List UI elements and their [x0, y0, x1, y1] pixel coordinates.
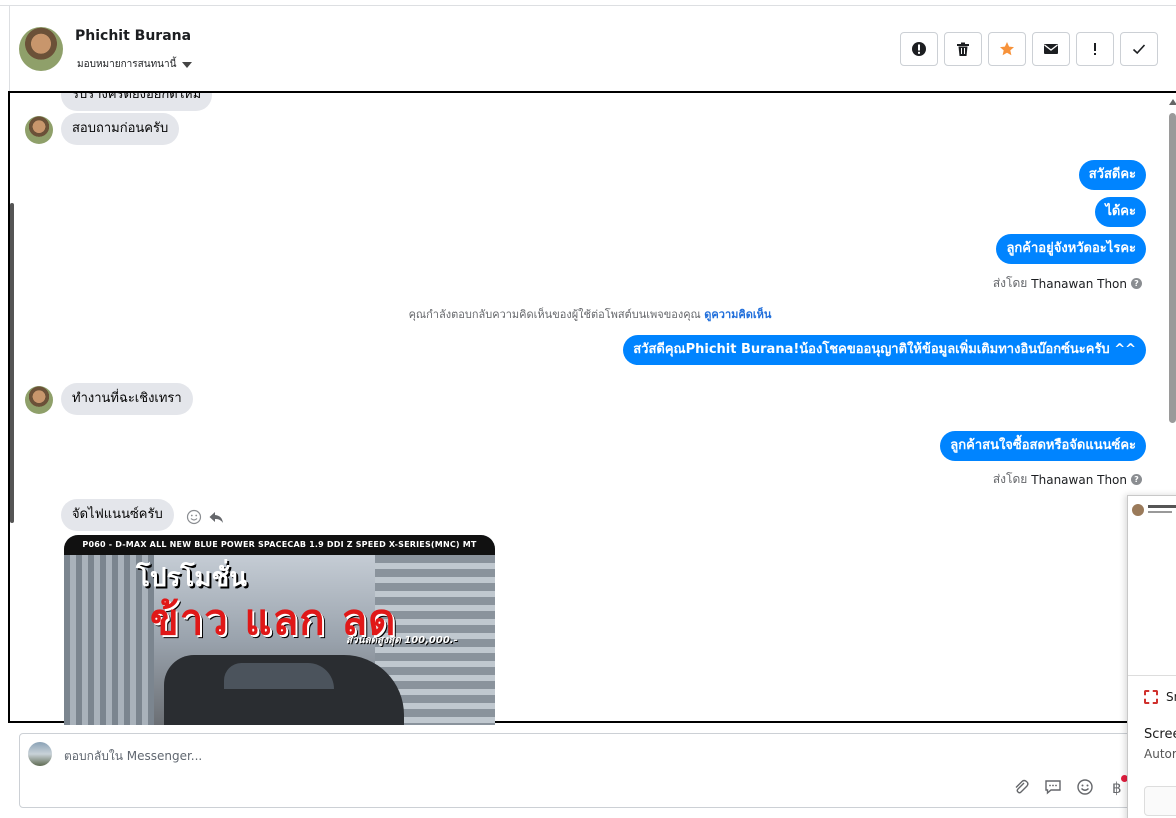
mark-done-button[interactable]: [1120, 32, 1158, 66]
star-button[interactable]: [988, 32, 1026, 66]
message-hover-tools: [186, 509, 224, 525]
reply-input[interactable]: [64, 746, 964, 766]
promo-discount: ส่วนลดสูงสุด 100,000.-: [346, 635, 458, 646]
sent-by-label: ส่งโดย Thanawan Thon ?: [993, 470, 1142, 489]
sent-by-prefix: ส่งโดย: [992, 472, 1028, 486]
conversation-actions: [900, 32, 1158, 66]
conversation-header: Phichit Burana มอบหมายการสนทนานี้: [0, 6, 1176, 92]
thumbnail-line: [1148, 505, 1176, 508]
delete-button[interactable]: [944, 32, 982, 66]
messenger-inbox-view: Phichit Burana มอบหมายการสนทนานี้ รับราง…: [0, 0, 1176, 818]
trash-icon: [957, 42, 969, 56]
left-scrollbar[interactable]: [10, 203, 14, 523]
message-bubble-outgoing[interactable]: สวัสดีคุณPhichit Burana!น้องโชคขออนุญาติ…: [623, 335, 1146, 365]
sent-by-name: Thanawan Thon: [1031, 276, 1127, 291]
check-icon: [1132, 44, 1146, 55]
composer-tools: ฿: [1012, 778, 1126, 796]
system-note-text: คุณกำลังตอบกลับความคิดเห็นของผู้ใช้ต่อโพ…: [408, 308, 701, 321]
sent-by-label: ส่งโดย Thanawan Thon ?: [993, 274, 1142, 293]
message-bubble-incoming[interactable]: สอบถามก่อนครับ: [61, 113, 180, 145]
contact-name[interactable]: Phichit Burana: [75, 28, 191, 44]
snipping-tool-icon: [1144, 690, 1158, 704]
thumbnail-line: [1148, 511, 1172, 513]
message-bubble-outgoing[interactable]: ลูกค้าสนใจซื้อสดหรือจัดแนนซ์คะ: [940, 431, 1146, 461]
emoji-icon[interactable]: [1076, 778, 1094, 796]
paperclip-icon[interactable]: [1012, 778, 1030, 796]
sent-by-name: Thanawan Thon: [1031, 472, 1127, 487]
reply-composer: ฿: [19, 733, 1176, 808]
promo-model-bar: P060 - D-MAX ALL NEW BLUE POWER SPACECAB…: [64, 535, 495, 555]
right-scrollbar-thumb[interactable]: [1169, 113, 1176, 423]
sent-by-prefix: ส่งโดย: [992, 276, 1028, 290]
promotion-image-attachment[interactable]: P060 - D-MAX ALL NEW BLUE POWER SPACECAB…: [64, 535, 495, 725]
contact-avatar-small: [25, 386, 53, 414]
alert-circle-icon: [912, 42, 926, 56]
snip-popup-subtitle: Autor: [1144, 747, 1176, 761]
snip-app-name: Sn: [1166, 690, 1176, 704]
help-icon[interactable]: ?: [1131, 278, 1142, 289]
smiley-icon[interactable]: [186, 509, 202, 525]
envelope-icon: [1044, 44, 1058, 54]
message-bubble-incoming[interactable]: ทำงานที่ฉะเชิงเทรา: [61, 383, 193, 415]
caret-down-icon: [182, 61, 193, 68]
system-note: คุณกำลังตอบกลับความคิดเห็นของผู้ใช้ต่อโพ…: [10, 305, 1170, 323]
snip-app-row: Sn: [1144, 690, 1176, 704]
assign-conversation-dropdown[interactable]: มอบหมายการสนทนานี้: [77, 57, 193, 72]
message-bubble-incoming-cut[interactable]: รับรางครดยงอยกดใหม: [61, 93, 213, 111]
truck-window-graphic: [224, 663, 334, 689]
assign-conversation-label: มอบหมายการสนทนานี้: [77, 59, 177, 70]
svg-text:฿: ฿: [1112, 779, 1122, 796]
contact-avatar[interactable]: [19, 27, 63, 71]
message-bubble-outgoing[interactable]: ลูกค้าอยู่จังหวัดอะไรคะ: [996, 234, 1146, 264]
page-avatar: [28, 742, 52, 766]
saved-replies-icon[interactable]: [1044, 778, 1062, 796]
snip-popup-title: Scree: [1144, 727, 1176, 742]
help-icon[interactable]: ?: [1131, 474, 1142, 485]
mark-spam-button[interactable]: [900, 32, 938, 66]
message-bubble-outgoing[interactable]: ได้คะ: [1095, 197, 1146, 227]
thumbnail-avatar: [1132, 504, 1144, 516]
message-bubble-incoming[interactable]: จัดไฟแนนซ์ครับ: [61, 499, 174, 531]
star-icon: [1000, 42, 1014, 56]
exclamation-icon: [1094, 43, 1096, 55]
scroll-up-arrow-icon[interactable]: [1169, 99, 1176, 105]
view-comment-link[interactable]: ดูความคิดเห็น: [704, 308, 771, 321]
reply-icon[interactable]: [208, 509, 224, 525]
snip-popup-button[interactable]: [1144, 786, 1176, 816]
snip-notification-popup[interactable]: Sn Scree Autor: [1127, 495, 1176, 818]
mark-unread-button[interactable]: [1032, 32, 1070, 66]
follow-up-button[interactable]: [1076, 32, 1114, 66]
message-bubble-outgoing[interactable]: สวัสดีคะ: [1078, 160, 1146, 190]
contact-avatar-small: [25, 116, 53, 144]
screenshot-thumbnail[interactable]: [1128, 496, 1176, 676]
